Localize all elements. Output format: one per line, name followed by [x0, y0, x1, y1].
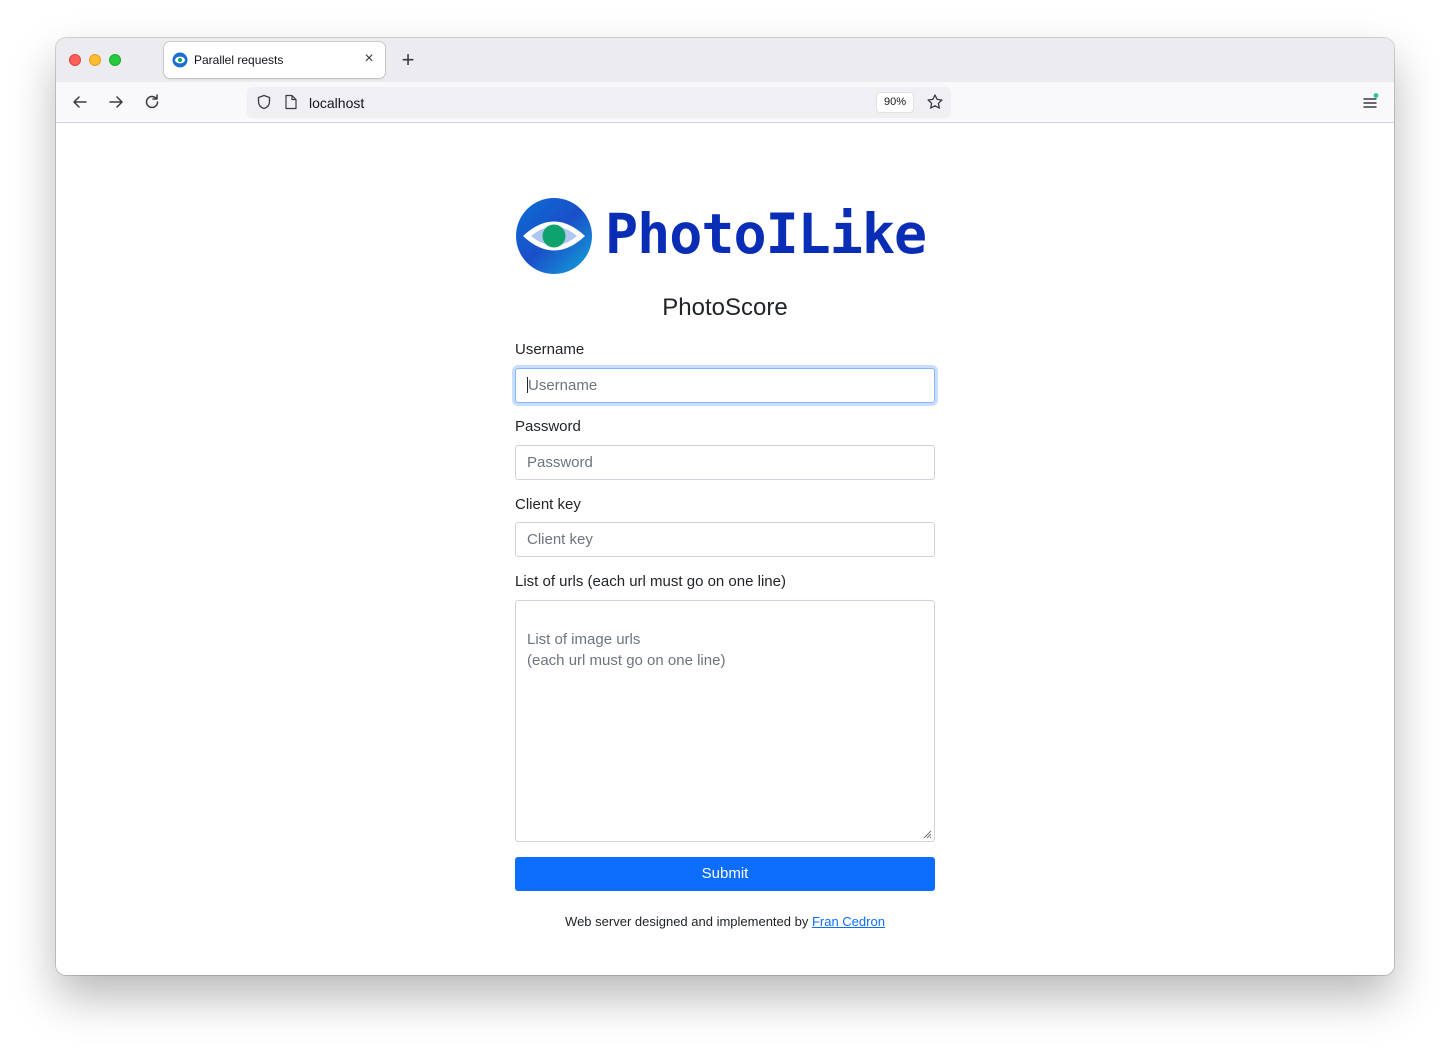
password-input[interactable]: Password [515, 445, 935, 480]
urls-label: List of urls (each url must go on one li… [515, 573, 786, 590]
page-title: PhotoScore [662, 294, 788, 321]
username-label: Username [515, 341, 585, 358]
footer-text: Web server designed and implemented by [565, 914, 812, 929]
minimize-window-button[interactable] [89, 54, 101, 66]
photoilike-logo: PhotoILike [515, 197, 935, 275]
eye-logo-icon [516, 198, 592, 274]
zoom-level-button[interactable]: 90% [877, 93, 914, 112]
maximize-window-button[interactable] [109, 54, 121, 66]
password-label: Password [515, 418, 581, 435]
shield-icon[interactable] [256, 94, 272, 110]
username-input[interactable]: Username [515, 368, 935, 403]
footer: Web server designed and implemented by F… [515, 914, 935, 929]
username-placeholder: Username [528, 377, 598, 394]
urls-placeholder: List of image urls (each url must go on … [527, 631, 726, 669]
page-content: PhotoILike PhotoScore Username Username … [56, 123, 1394, 975]
browser-window: Parallel requests × + localhost 90% Phot… [56, 38, 1394, 975]
site-favicon-icon [172, 52, 188, 68]
tab-title: Parallel requests [194, 53, 284, 67]
forward-arrow-icon[interactable] [106, 92, 126, 112]
address-bar[interactable]: localhost 90% [247, 87, 951, 118]
tab-close-icon[interactable]: × [361, 51, 377, 67]
author-link[interactable]: Fran Cedron [812, 914, 885, 929]
navigation-toolbar: localhost 90% [56, 82, 1394, 123]
submit-button[interactable]: Submit [515, 857, 935, 891]
tab-parallel-requests[interactable]: Parallel requests × [164, 42, 385, 78]
logo-wordmark: PhotoILike [605, 202, 927, 266]
url-text[interactable]: localhost [309, 95, 364, 111]
client-key-label: Client key [515, 496, 581, 513]
reload-icon[interactable] [142, 92, 162, 112]
password-placeholder: Password [527, 454, 593, 471]
client-key-placeholder: Client key [527, 531, 593, 548]
star-icon[interactable] [926, 93, 944, 111]
hamburger-menu-icon[interactable] [1360, 92, 1380, 112]
urls-textarea[interactable]: List of image urls (each url must go on … [515, 600, 935, 842]
back-arrow-icon[interactable] [70, 92, 90, 112]
resize-handle-icon[interactable] [921, 828, 932, 839]
close-window-button[interactable] [69, 54, 81, 66]
new-tab-icon[interactable]: + [398, 49, 418, 71]
page-icon [285, 94, 297, 110]
tab-bar: Parallel requests × + [56, 38, 1394, 82]
client-key-input[interactable]: Client key [515, 522, 935, 557]
